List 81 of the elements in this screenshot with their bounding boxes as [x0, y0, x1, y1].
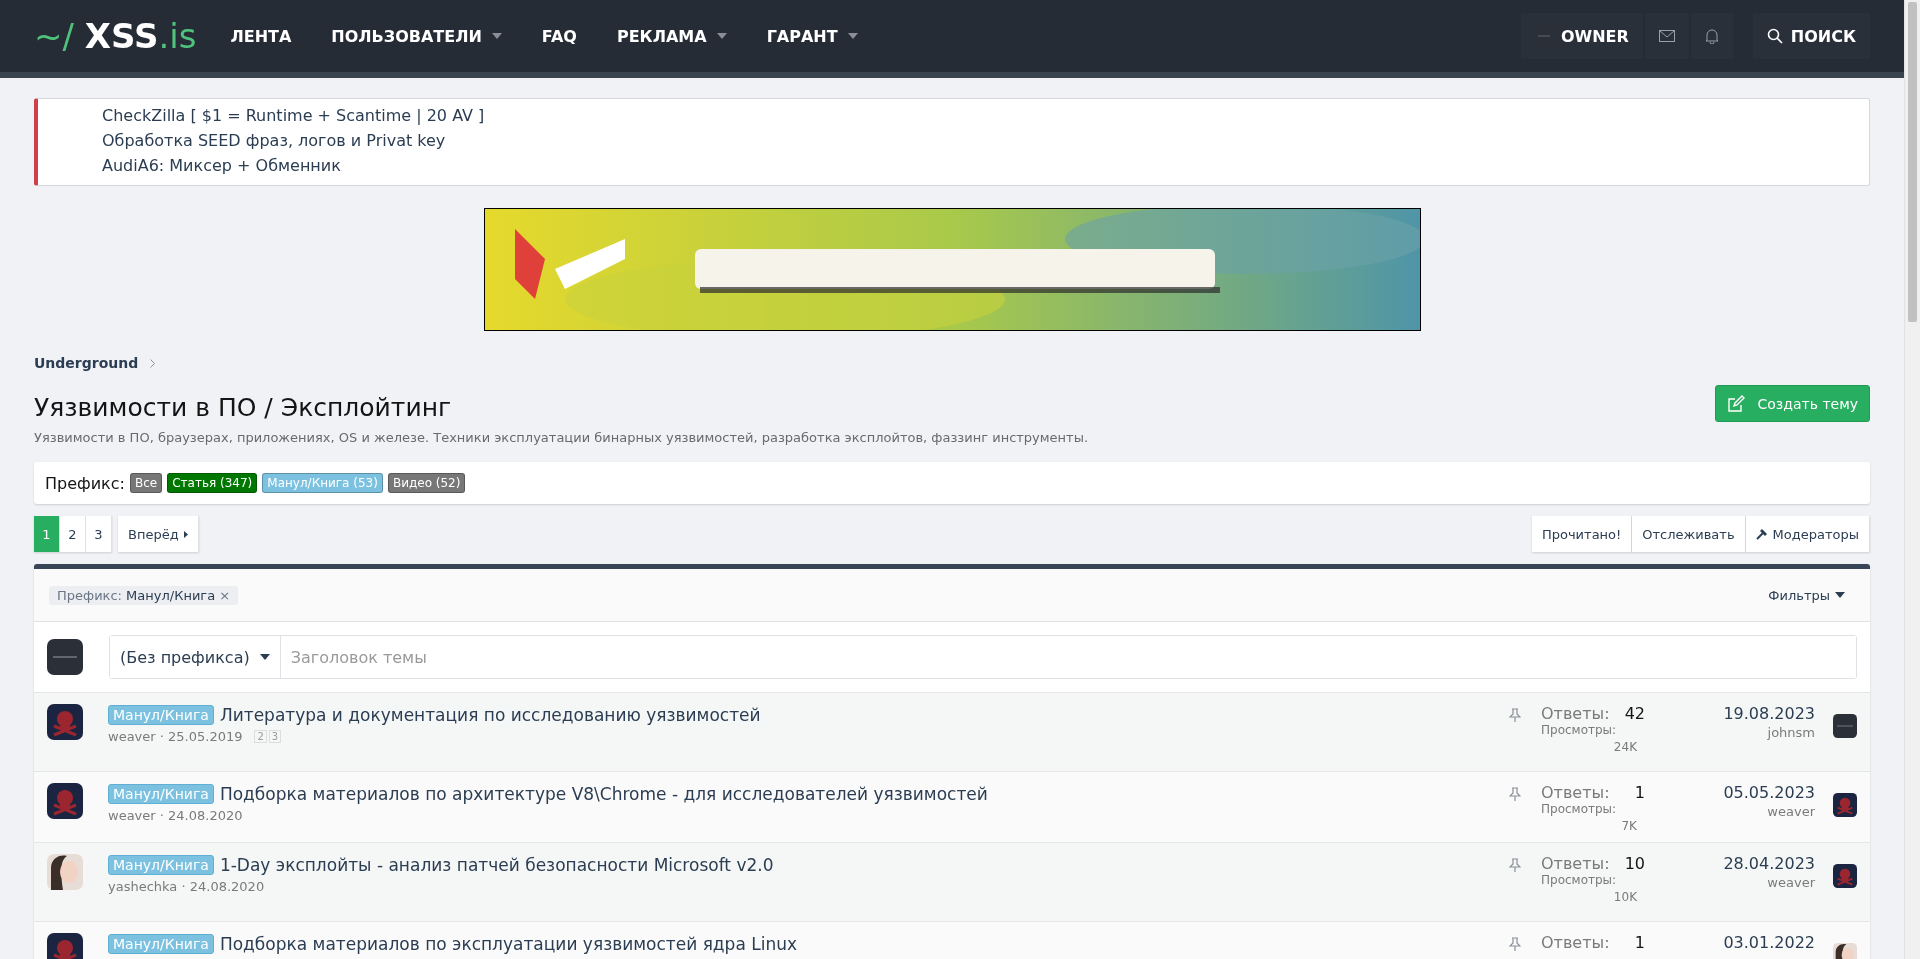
- action-button[interactable]: Модераторы: [1745, 516, 1870, 552]
- thread-title[interactable]: Подборка материалов по архитектуре V8\Chrome - для исследователей уязвимостей: [219, 784, 988, 804]
- pin-icon: [1509, 857, 1521, 872]
- nav-tab[interactable]: ПОЛЬЗОВАТЕЛИ: [311, 26, 522, 46]
- search-icon: [1766, 28, 1783, 44]
- views-count: 7K: [1621, 818, 1637, 833]
- edit-icon: [1727, 394, 1746, 413]
- action-button[interactable]: Отслеживать: [1632, 516, 1746, 552]
- replies-label: Ответы:: [1541, 704, 1610, 724]
- alerts-button[interactable]: [1690, 13, 1733, 59]
- last-poster[interactable]: weaver: [1767, 874, 1815, 890]
- inbox-button[interactable]: [1644, 13, 1689, 59]
- envelope-icon: [1658, 30, 1675, 42]
- bell-icon: [1704, 28, 1719, 44]
- prefix-tag[interactable]: Все: [129, 473, 163, 493]
- pin-icon: [1509, 708, 1521, 722]
- page-link[interactable]: 2: [60, 516, 86, 552]
- replies-count: 1: [1634, 932, 1645, 953]
- views-count: 24K: [1613, 739, 1637, 754]
- avatar[interactable]: [1833, 942, 1857, 959]
- pin-icon: [1509, 787, 1521, 801]
- views-label: Просмотры:: [1541, 723, 1617, 738]
- thread-meta: yashechka · 24.08.2020: [108, 878, 265, 894]
- avatar[interactable]: [47, 932, 83, 959]
- last-post-date[interactable]: 19.08.2023: [1723, 704, 1815, 723]
- avatar[interactable]: [47, 853, 83, 890]
- prefix-select[interactable]: (Без префикса): [110, 636, 281, 678]
- breadcrumb-link[interactable]: Underground: [34, 355, 139, 371]
- replies-label: Ответы:: [1541, 853, 1610, 874]
- nav-tab[interactable]: ЛЕНТА: [210, 26, 312, 46]
- notice-link[interactable]: CheckZilla [ $1 = Runtime + Scantime | 20 AV ]: [102, 105, 1869, 127]
- thread-meta: weaver · 25.05.2019: [108, 729, 243, 744]
- thread-title[interactable]: Подборка материалов по эксплуатации уязвимостей ядра Linux: [219, 933, 798, 954]
- caret-icon: [259, 654, 270, 660]
- last-post-date[interactable]: 28.04.2023: [1723, 853, 1815, 873]
- scrollbar-thumb[interactable]: [1908, 2, 1917, 322]
- account-button[interactable]: OWNER: [1520, 13, 1643, 59]
- filters-button[interactable]: Фильтры: [1758, 577, 1855, 613]
- prefix-tag[interactable]: Статья (347): [167, 473, 258, 493]
- chevron-icon: [150, 358, 156, 368]
- avatar[interactable]: [47, 783, 83, 819]
- notice-link[interactable]: AudiA6: Миксер + Обменник: [102, 155, 1869, 177]
- replies-label: Ответы:: [1541, 783, 1610, 803]
- avatar[interactable]: [1833, 714, 1857, 738]
- page-link[interactable]: 3: [86, 516, 112, 552]
- notice-link[interactable]: Обработка SEED фраз, логов и Privat key: [102, 130, 1869, 152]
- avatar[interactable]: [1833, 863, 1857, 888]
- last-post-date[interactable]: 05.05.2023: [1723, 783, 1815, 802]
- forum-title: Уязвимости в ПО / Эксплойтинг: [34, 393, 452, 422]
- search-button[interactable]: ПОИСК: [1752, 13, 1870, 59]
- prefix-tag[interactable]: Видео (52): [387, 473, 466, 493]
- nav-tab[interactable]: FAQ: [521, 26, 597, 46]
- views-count: 10K: [1613, 889, 1637, 904]
- last-post-date[interactable]: 03.01.2022: [1723, 932, 1815, 952]
- caret-icon: [1835, 592, 1845, 598]
- replies-count: 10: [1624, 853, 1645, 874]
- nav-tab[interactable]: ГАРАНТ: [746, 26, 878, 46]
- nav-tab[interactable]: РЕКЛАМА: [596, 26, 747, 46]
- last-poster[interactable]: johnsm: [1767, 725, 1815, 740]
- hammer-icon: [1755, 528, 1768, 540]
- last-poster[interactable]: weaver: [1767, 804, 1815, 819]
- avatar[interactable]: [47, 639, 83, 675]
- next-page-button[interactable]: Вперёд: [118, 516, 199, 552]
- prefix-label: Префикс:: [45, 473, 125, 493]
- pin-icon: [1509, 936, 1521, 951]
- replies-count: 1: [1634, 783, 1645, 803]
- filter-chip[interactable]: Префикс: Манул/Книга ×: [49, 585, 239, 605]
- replies-count: 42: [1624, 704, 1645, 724]
- avatar[interactable]: [47, 704, 83, 740]
- forum-description: Уязвимости в ПО, браузерах, приложениях, OS и железе. Техники эксплуатации бинарных уязвимостей, разработка эксплойтов, фаззинг инструменты.: [34, 430, 1090, 445]
- thread-title[interactable]: Литература и документация по исследованию уязвимостей: [219, 705, 761, 725]
- thread-title[interactable]: 1-Day эксплойты - анализ патчей безопасности Microsoft v2.0: [219, 854, 774, 875]
- views-label: Просмотры:: [1541, 802, 1617, 817]
- thread-meta: weaver · 24.08.2020: [108, 808, 243, 823]
- views-label: Просмотры:: [1541, 873, 1617, 888]
- avatar[interactable]: [1833, 793, 1857, 817]
- caret-icon: [183, 530, 188, 538]
- site-logo[interactable]: ~/ XSS.is: [34, 16, 197, 56]
- replies-label: Ответы:: [1541, 932, 1610, 953]
- action-button[interactable]: Прочитано!: [1531, 516, 1633, 552]
- new-thread-field[interactable]: (Без префикса) Заголовок темы: [109, 635, 1857, 679]
